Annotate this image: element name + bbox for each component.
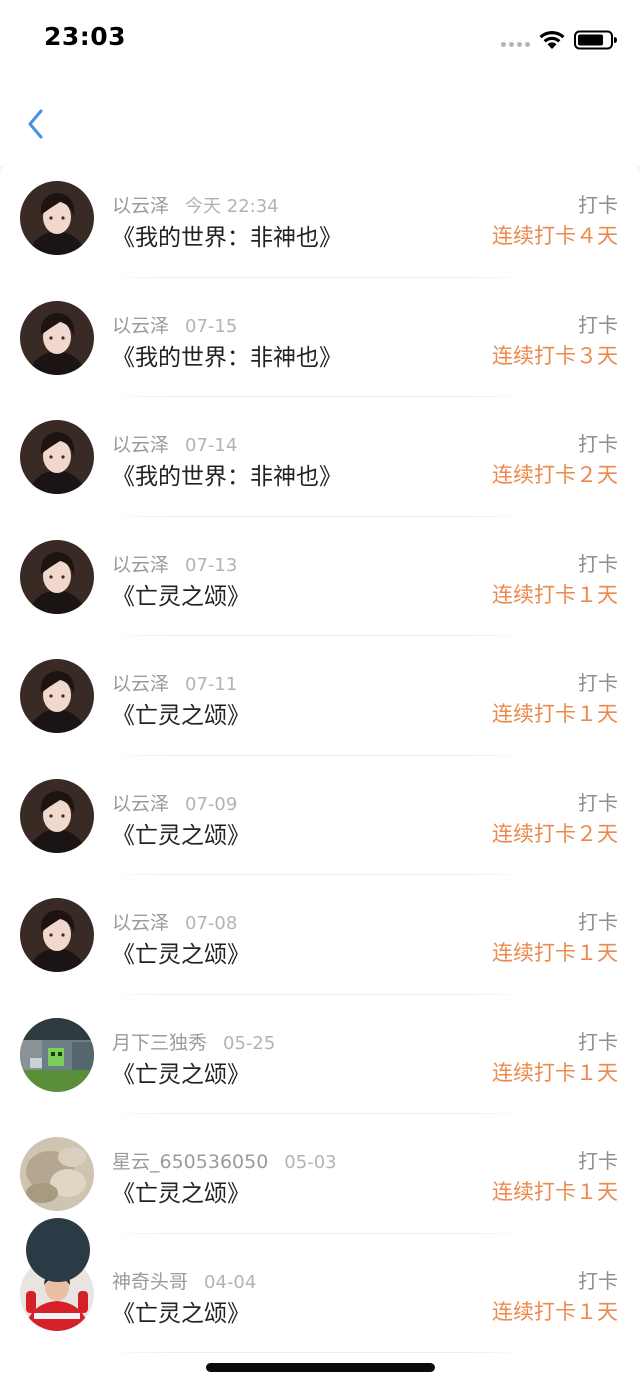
nav-bar: [0, 80, 640, 166]
entry-type: 打卡: [578, 1029, 618, 1054]
entry-meta: 月下三独秀 05-25: [112, 1028, 275, 1055]
streak-label: 连续打卡４天: [492, 224, 618, 248]
streak-label: 连续打卡１天: [492, 1060, 618, 1085]
streak-label: 连续打卡３天: [492, 343, 618, 368]
entry-type: 打卡: [578, 312, 618, 337]
entry-meta: 以云泽 07-15: [112, 311, 237, 338]
wifi-icon: [539, 30, 565, 49]
entry-type: 打卡: [578, 671, 618, 695]
book-title[interactable]: 《亡灵之颂》: [112, 577, 250, 611]
entry-date: 07-08: [185, 913, 238, 934]
avatar[interactable]: [20, 898, 94, 972]
avatar[interactable]: [20, 659, 94, 733]
user-name[interactable]: 神奇头哥: [112, 1271, 188, 1293]
book-title[interactable]: 《我的世界：非神也》: [112, 218, 342, 252]
entry-meta: 以云泽 07-09: [112, 789, 237, 816]
entry-type: 打卡: [578, 910, 618, 934]
status-time: 23:03: [44, 22, 127, 51]
user-name[interactable]: 星云_650536050: [112, 1151, 268, 1173]
book-title[interactable]: 《亡灵之颂》: [112, 1174, 250, 1208]
book-title[interactable]: 《亡灵之颂》: [112, 696, 250, 730]
entry-date: 07-14: [185, 435, 238, 456]
entry-date: 05-03: [284, 1152, 337, 1173]
list-item[interactable]: 以云泽 07-09 《亡灵之颂》 打卡 连续打卡２天: [0, 756, 640, 876]
user-name[interactable]: 以云泽: [112, 912, 169, 934]
avatar[interactable]: [20, 181, 94, 255]
entry-meta: 以云泽 07-11: [112, 669, 237, 696]
avatar[interactable]: [20, 300, 94, 375]
status-bar: 23:03: [0, 0, 640, 80]
streak-label: 连续打卡２天: [492, 463, 618, 487]
entry-type: 打卡: [578, 432, 618, 456]
book-title[interactable]: 《我的世界：非神也》: [112, 457, 342, 491]
signal-dots-icon: [501, 42, 530, 47]
list-item[interactable]: 以云泽 07-14 《我的世界：非神也》 打卡 连续打卡２天: [0, 397, 640, 517]
entry-type: 打卡: [578, 193, 618, 217]
list-item[interactable]: 以云泽 07-15 《我的世界：非神也》 打卡 连续打卡３天: [0, 278, 640, 398]
user-name[interactable]: 以云泽: [112, 673, 169, 695]
avatar[interactable]: [20, 420, 94, 494]
book-title[interactable]: 《亡灵之颂》: [112, 935, 250, 969]
user-name[interactable]: 以云泽: [112, 315, 169, 337]
avatar[interactable]: [20, 1017, 94, 1092]
list-item[interactable]: 星云_650536050 05-03 《亡灵之颂》 打卡 连续打卡１天: [0, 1114, 640, 1234]
entry-date: 07-15: [185, 315, 238, 337]
entry-meta: 以云泽 07-08: [112, 908, 237, 935]
avatar[interactable]: [20, 539, 94, 614]
entry-date: 今天 22:34: [185, 196, 279, 217]
entry-date: 07-13: [185, 554, 238, 576]
entry-type: 打卡: [578, 1149, 618, 1173]
streak-label: 连续打卡２天: [492, 821, 618, 846]
avatar[interactable]: [20, 1137, 94, 1211]
user-name[interactable]: 以云泽: [112, 195, 169, 217]
entry-meta: 神奇头哥 04-04: [112, 1267, 256, 1294]
list-item[interactable]: 以云泽 07-13 《亡灵之颂》 打卡 连续打卡１天: [0, 517, 640, 637]
entry-date: 07-11: [185, 674, 238, 695]
streak-label: 连续打卡１天: [492, 1299, 618, 1324]
book-title[interactable]: 《我的世界：非神也》: [112, 338, 342, 372]
avatar[interactable]: [20, 778, 94, 853]
list-item[interactable]: 神奇头哥 04-04 《亡灵之颂》 打卡 连续打卡１天: [0, 1234, 640, 1354]
streak-label: 连续打卡１天: [492, 941, 618, 965]
entry-type: 打卡: [578, 1268, 618, 1293]
user-name[interactable]: 以云泽: [112, 793, 169, 815]
book-title[interactable]: 《亡灵之颂》: [112, 816, 250, 850]
entry-date: 07-09: [185, 793, 238, 815]
list-item[interactable]: 以云泽 07-11 《亡灵之颂》 打卡 连续打卡１天: [0, 636, 640, 756]
streak-label: 连续打卡１天: [492, 702, 618, 726]
entry-date: 04-04: [204, 1271, 257, 1293]
list-item[interactable]: 以云泽 07-08 《亡灵之颂》 打卡 连续打卡１天: [0, 875, 640, 995]
entry-meta: 以云泽 07-13: [112, 550, 237, 577]
user-name[interactable]: 月下三独秀: [112, 1032, 207, 1054]
streak-label: 连续打卡１天: [492, 1180, 618, 1204]
avatar[interactable]: [26, 1218, 90, 1282]
entry-meta: 以云泽 07-14: [112, 430, 237, 457]
entry-meta: 以云泽 今天 22:34: [112, 191, 279, 218]
book-title[interactable]: 《亡灵之颂》: [112, 1055, 250, 1089]
list-item[interactable]: 以云泽 今天 22:34 《我的世界：非神也》 打卡 连续打卡４天: [0, 158, 640, 278]
user-name[interactable]: 以云泽: [112, 554, 169, 576]
streak-label: 连续打卡１天: [492, 582, 618, 607]
checkin-list: 以云泽 今天 22:34 《我的世界：非神也》 打卡 连续打卡４天 以云泽 07-1…: [0, 158, 640, 1386]
entry-type: 打卡: [578, 551, 618, 576]
entry-type: 打卡: [578, 790, 618, 815]
book-title[interactable]: 《亡灵之颂》: [112, 1294, 250, 1328]
entry-date: 05-25: [223, 1032, 276, 1054]
list-item[interactable]: 月下三独秀 05-25 《亡灵之颂》 打卡 连续打卡１天: [0, 995, 640, 1115]
user-name[interactable]: 以云泽: [112, 434, 169, 456]
entry-meta: 星云_650536050 05-03: [112, 1147, 337, 1174]
chevron-left-icon: [28, 109, 43, 139]
home-indicator[interactable]: [206, 1363, 435, 1372]
battery-icon: [574, 30, 617, 50]
back-button[interactable]: [18, 102, 54, 146]
